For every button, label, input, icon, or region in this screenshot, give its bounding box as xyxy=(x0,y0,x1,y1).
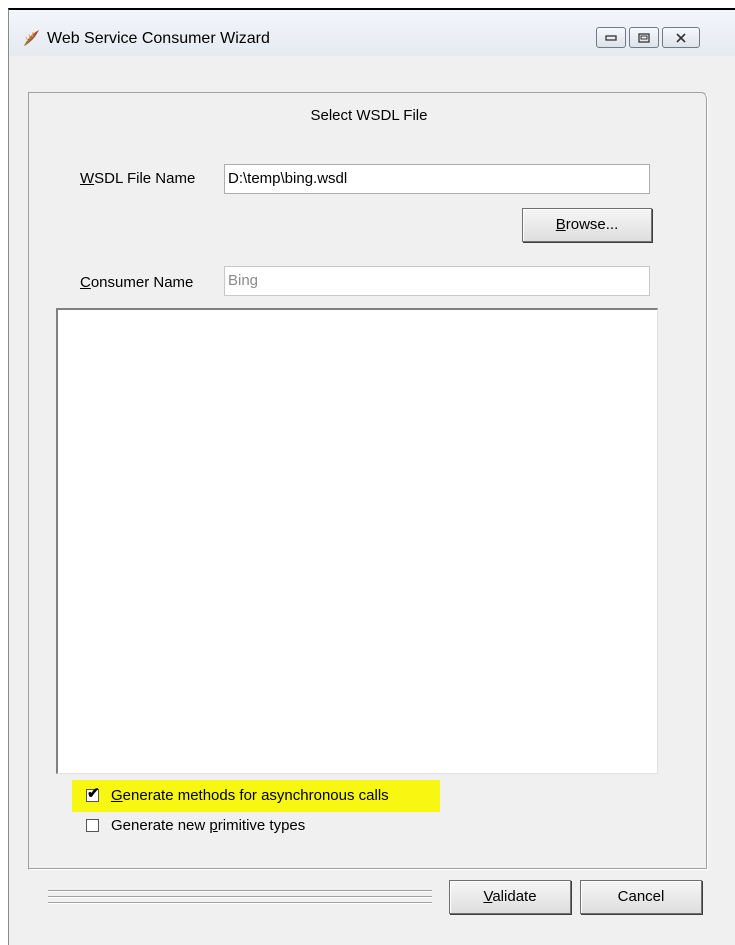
footer-divider-highlight xyxy=(48,891,432,892)
consumer-name-label: Consumer Name xyxy=(80,274,194,291)
footer-divider-3-highlight xyxy=(48,903,432,904)
primitive-types-checkbox[interactable] xyxy=(86,819,99,832)
title-bar[interactable]: Web Service Consumer Wizard xyxy=(9,10,735,56)
maximize-icon xyxy=(638,32,650,43)
page-title: Select WSDL File xyxy=(310,107,428,124)
primitive-types-label[interactable]: Generate new primitive types xyxy=(111,817,305,834)
cancel-button[interactable]: Cancel xyxy=(580,880,702,914)
browse-button[interactable]: Browse... xyxy=(522,208,652,242)
maximize-button[interactable] xyxy=(629,27,659,48)
close-button[interactable] xyxy=(662,27,700,48)
validate-button[interactable]: Validate xyxy=(449,880,571,914)
async-calls-checkbox[interactable]: ✔ xyxy=(86,785,100,802)
minimize-icon xyxy=(605,34,617,41)
window-title: Web Service Consumer Wizard xyxy=(47,30,270,47)
output-list-box[interactable] xyxy=(56,308,658,774)
close-icon xyxy=(676,32,686,43)
wsdl-file-name-field[interactable]: D:\temp\bing.wsdl xyxy=(224,164,650,194)
async-calls-label[interactable]: Generate methods for asynchronous calls xyxy=(111,787,389,804)
checkmark-icon: ✔ xyxy=(87,785,100,802)
minimize-button[interactable] xyxy=(596,27,626,48)
footer-divider-2-highlight xyxy=(48,897,432,898)
feather-app-icon xyxy=(24,30,39,46)
wsdl-file-name-label: WSDL File Name xyxy=(80,170,196,187)
consumer-name-field[interactable]: Bing xyxy=(224,266,650,296)
